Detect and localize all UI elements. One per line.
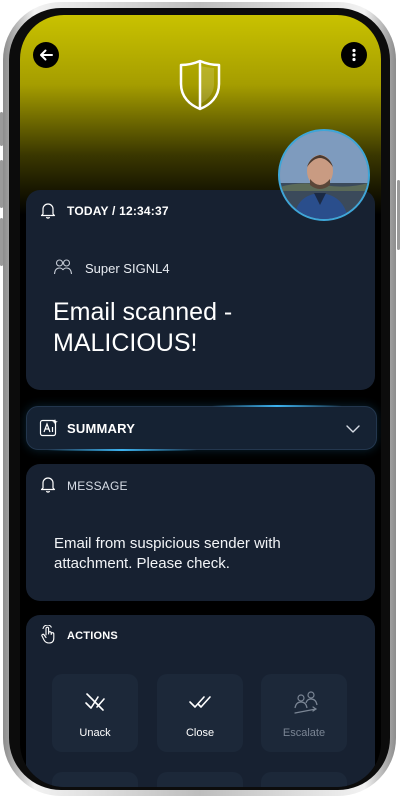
escalate-icon: [294, 691, 318, 714]
unack-button[interactable]: Unack: [52, 674, 138, 752]
touch-hand-icon: [41, 625, 55, 644]
action-button-partial: [261, 772, 347, 787]
alert-title: Email scanned - MALICIOUS!: [53, 298, 233, 357]
summary-label: SUMMARY: [67, 421, 136, 436]
ai-summary-icon: [39, 419, 58, 437]
double-check-icon: [189, 696, 211, 708]
team-name: Super SIGNL4: [85, 261, 170, 276]
more-vertical-icon: [352, 48, 356, 62]
phone-side-button: [0, 112, 3, 146]
message-body: Email from suspicious sender with attach…: [54, 535, 281, 572]
chevron-down-icon[interactable]: [345, 424, 361, 434]
avatar: [278, 129, 370, 221]
close-button[interactable]: Close: [157, 674, 243, 752]
bell-icon: [40, 477, 56, 493]
glow-line: [212, 405, 342, 407]
unack-icon: [85, 693, 105, 711]
phone-side-button: [397, 180, 400, 250]
back-button[interactable]: [33, 42, 59, 68]
app-screen: TODAY / 12:34:37 Super SIGNL4 Email scan…: [20, 15, 381, 787]
message-card: MESSAGE Email from suspicious sender wit…: [26, 464, 375, 601]
action-button-partial: [52, 772, 138, 787]
escalate-button[interactable]: Escalate: [261, 674, 347, 752]
unack-label: Unack: [79, 727, 111, 739]
summary-section[interactable]: SUMMARY: [26, 405, 377, 451]
glow-line: [47, 449, 197, 451]
team-icon: [53, 259, 73, 275]
arrow-left-icon: [40, 49, 53, 61]
profile-photo: [280, 131, 368, 219]
shield-icon: [179, 59, 221, 111]
notification-time: TODAY / 12:34:37: [67, 204, 169, 218]
action-button-partial: [157, 772, 243, 787]
escalate-label: Escalate: [282, 727, 326, 739]
phone-side-button: [0, 160, 3, 208]
phone-side-button: [0, 218, 3, 266]
actions-label: ACTIONS: [67, 630, 118, 642]
message-label: MESSAGE: [67, 479, 128, 493]
more-options-button[interactable]: [341, 42, 367, 68]
bell-icon: [40, 203, 56, 219]
close-label: Close: [185, 727, 215, 739]
